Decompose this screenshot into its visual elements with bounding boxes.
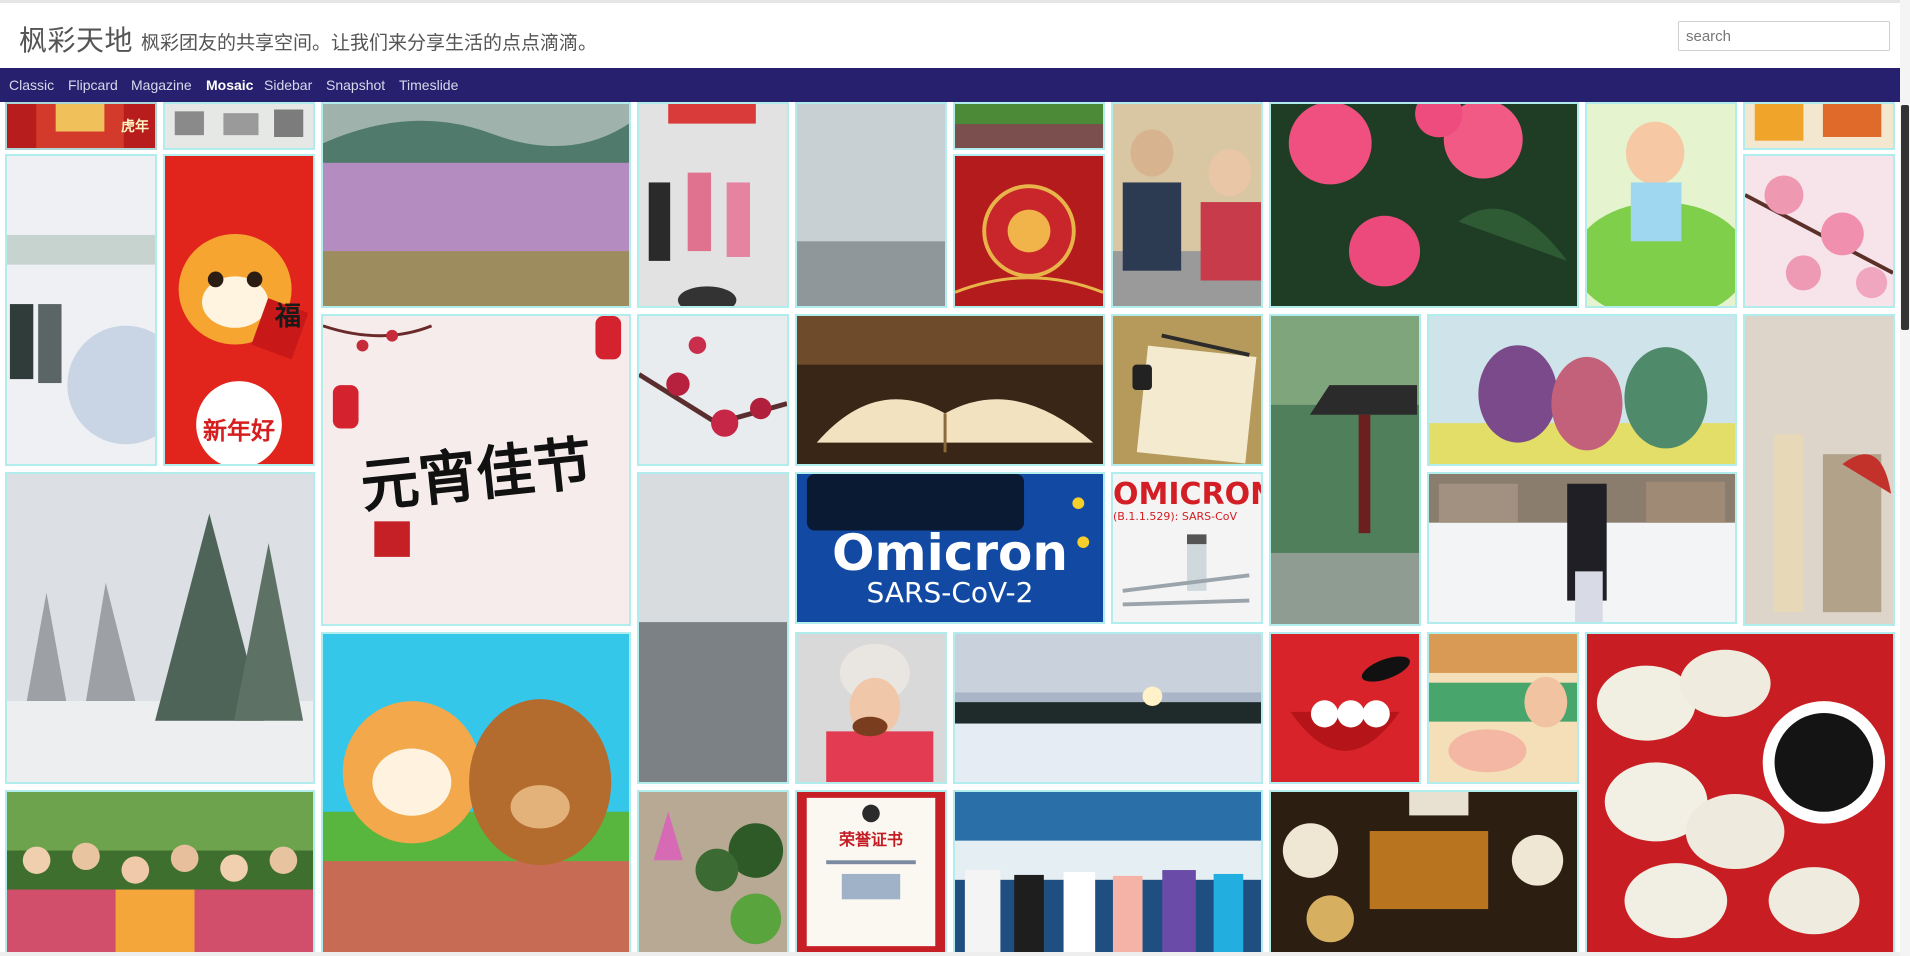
photo-woman-eating[interactable] <box>795 632 947 784</box>
site-description: 枫彩团友的共享空间。让我们来分享生活的点点滴滴。 <box>141 32 598 54</box>
photo-pink-impatiens[interactable] <box>1269 102 1579 308</box>
page-scrollbar-thumb[interactable] <box>1901 105 1909 330</box>
photo-winter-walkers[interactable] <box>5 154 157 466</box>
view-nav-bar: Classic Flipcard Magazine Mosaic Sidebar… <box>0 68 1900 102</box>
nav-snapshot[interactable]: Snapshot <box>326 77 385 93</box>
search-input[interactable] <box>1678 21 1890 51</box>
photo-tiger-paper-cut[interactable] <box>953 154 1105 308</box>
photo-elderly-couple[interactable] <box>1111 102 1263 308</box>
photo-snowy-plum-blossom[interactable] <box>637 314 789 466</box>
photo-omicron-vaccine[interactable]: OMICRON (B.1.1.529): SARS-CoV <box>1111 472 1263 624</box>
photo-cartoon-girl-swing[interactable] <box>1585 102 1737 308</box>
photo-omicron-news[interactable]: Omicron SARS-CoV-2 <box>795 472 1105 624</box>
photo-lion-dance[interactable] <box>1743 102 1895 150</box>
photo-calligraphy[interactable] <box>163 102 315 150</box>
photo-ancient-painting[interactable] <box>1743 314 1895 626</box>
photo-lotus-melons[interactable] <box>637 790 789 954</box>
page-bottom-edge <box>0 952 1900 956</box>
mosaic-grid: 虎年 新年好 福 元宵佳节 Omicron SARS-CoV-2 荣誉证书 OM… <box>0 102 1900 954</box>
photo-beach-friends[interactable] <box>953 790 1263 954</box>
photo-cartoon-mother-child[interactable] <box>1427 632 1579 784</box>
nav-flipcard[interactable]: Flipcard <box>68 77 118 93</box>
photo-grey-lake[interactable] <box>637 472 789 784</box>
photo-open-books[interactable] <box>795 314 1105 466</box>
photo-foggy-field[interactable] <box>795 102 947 308</box>
photo-elderly-friends-painting[interactable] <box>1427 314 1737 466</box>
photo-snowy-pines[interactable] <box>5 472 315 784</box>
photo-snowy-yard[interactable] <box>1427 472 1737 624</box>
nav-sidebar[interactable]: Sidebar <box>264 77 312 93</box>
nav-classic[interactable]: Classic <box>9 77 54 93</box>
photo-group-picnic[interactable] <box>5 790 315 954</box>
photo-dumplings[interactable] <box>1585 632 1895 954</box>
photo-dance-performance[interactable] <box>637 102 789 308</box>
photo-green-valley[interactable] <box>953 102 1105 150</box>
photo-tea-snacks[interactable] <box>1269 790 1579 954</box>
nav-timeslide[interactable]: Timeslide <box>399 77 458 93</box>
photo-tangyuan-bowl[interactable] <box>1269 632 1421 784</box>
photo-tiger-new-year[interactable]: 新年好 福 <box>163 154 315 466</box>
site-title[interactable]: 枫彩天地 <box>19 19 133 59</box>
site-header: 枫彩天地 枫彩团友的共享空间。让我们来分享生活的点点滴滴。 <box>0 3 1900 68</box>
photo-pink-blossoms[interactable] <box>1743 154 1895 308</box>
photo-winter-sunset[interactable] <box>953 632 1263 784</box>
nav-magazine[interactable]: Magazine <box>131 77 192 93</box>
photo-lantern-festival[interactable]: 元宵佳节 <box>321 314 631 626</box>
photo-cartoon-cat-bear[interactable] <box>321 632 631 954</box>
photo-new-year-couplet[interactable]: 虎年 <box>5 102 157 150</box>
photo-rainy-pavilion[interactable] <box>1269 314 1421 626</box>
nav-mosaic[interactable]: Mosaic <box>206 77 253 93</box>
photo-honor-certificate[interactable]: 荣誉证书 <box>795 790 947 954</box>
photo-pen-and-notebook[interactable] <box>1111 314 1263 466</box>
photo-flower-meadow[interactable] <box>321 102 631 308</box>
